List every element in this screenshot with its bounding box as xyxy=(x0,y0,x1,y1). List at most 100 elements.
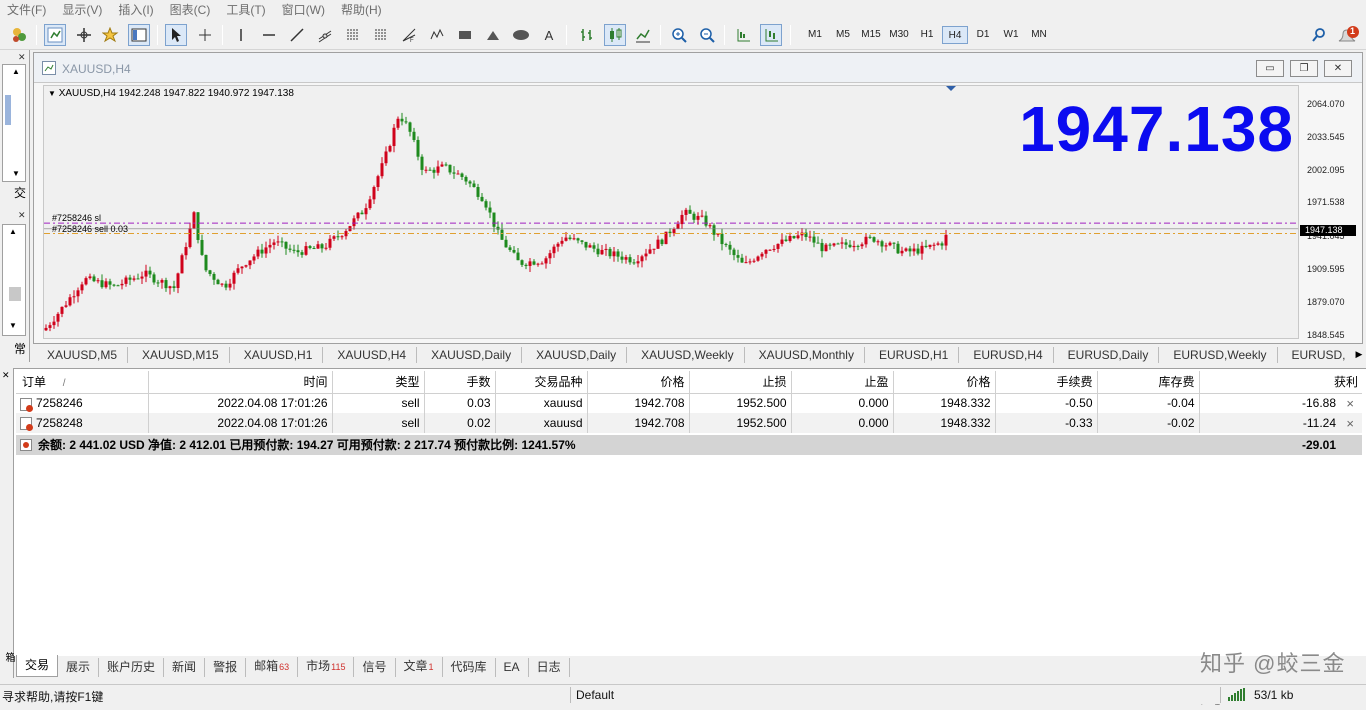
tab-signals[interactable]: 信号 xyxy=(354,658,396,677)
tab-experts[interactable]: EA xyxy=(496,658,529,677)
scroll-down-icon[interactable]: ▼ xyxy=(12,169,20,178)
col-ticket[interactable]: 订单 / xyxy=(16,371,149,394)
tab-eurusd-daily[interactable]: EURUSD,Daily xyxy=(1052,347,1159,363)
tab-news[interactable]: 新闻 xyxy=(164,658,206,677)
tab-account-history[interactable]: 账户历史 xyxy=(99,658,165,677)
tab-alerts[interactable]: 警报 xyxy=(205,658,247,677)
col-swap[interactable]: 库存费 xyxy=(1097,371,1200,394)
notification-bell-icon[interactable]: 1 xyxy=(1336,24,1362,46)
zoom-in-icon[interactable] xyxy=(668,24,690,46)
tab-eurusd-h4[interactable]: EURUSD,H4 xyxy=(958,347,1052,363)
elliott-icon[interactable] xyxy=(426,24,448,46)
new-order-icon[interactable] xyxy=(8,24,30,46)
close-order-icon[interactable]: × xyxy=(1346,396,1354,411)
close-button[interactable]: ✕ xyxy=(1324,60,1352,77)
close-icon[interactable]: ✕ xyxy=(2,370,10,381)
auto-scroll-icon[interactable] xyxy=(732,24,754,46)
candlestick-icon[interactable] xyxy=(604,24,626,46)
timeframe-m5[interactable]: M5 xyxy=(830,26,856,44)
tab-mailbox[interactable]: 邮箱63 xyxy=(246,657,299,677)
col-commission[interactable]: 手续费 xyxy=(995,371,1098,394)
horizontal-line-icon[interactable] xyxy=(258,24,280,46)
zoom-out-icon[interactable] xyxy=(696,24,718,46)
take-profit[interactable]: 0.000 xyxy=(791,413,894,433)
line-chart-icon[interactable] xyxy=(632,24,654,46)
bar-chart-icon[interactable] xyxy=(576,24,598,46)
equidistant-channel-icon[interactable] xyxy=(314,24,336,46)
timeframe-m15[interactable]: M15 xyxy=(858,26,884,44)
triangle-icon[interactable] xyxy=(482,24,504,46)
menu-window[interactable]: 窗口(W) xyxy=(275,0,334,20)
table-row[interactable]: 7258248 2022.04.08 17:01:26 sell 0.02 xa… xyxy=(16,413,1362,433)
col-sl[interactable]: 止损 xyxy=(689,371,792,394)
panel-tab-common[interactable]: 常 xyxy=(14,340,26,357)
timeframe-mn[interactable]: MN xyxy=(1026,26,1052,44)
timeframe-w1[interactable]: W1 xyxy=(998,26,1024,44)
menu-view[interactable]: 显示(V) xyxy=(55,0,111,20)
menu-charts[interactable]: 图表(C) xyxy=(163,0,220,20)
price-chart[interactable]: ▼ XAUUSD,H4 1942.248 1947.822 1940.972 1… xyxy=(43,85,1299,339)
timeframe-d1[interactable]: D1 xyxy=(970,26,996,44)
tab-trade[interactable]: 交易 xyxy=(16,655,59,677)
restore-button[interactable]: ❐ xyxy=(1290,60,1318,77)
tab-xauusd-m5[interactable]: XAUUSD,M5 xyxy=(33,347,127,363)
tab-eurusd-more[interactable]: EURUSD, xyxy=(1276,347,1356,363)
menu-tools[interactable]: 工具(T) xyxy=(219,0,274,20)
scroll-up-icon[interactable]: ▲ xyxy=(9,227,17,236)
stop-loss[interactable]: 1952.500 xyxy=(689,413,792,433)
navigator-panel-icon[interactable] xyxy=(128,24,150,46)
text-tool-icon[interactable]: A xyxy=(538,24,560,46)
crosshair-move-icon[interactable] xyxy=(73,24,95,46)
tab-articles[interactable]: 文章1 xyxy=(396,657,443,677)
tab-xauusd-daily[interactable]: XAUUSD,Daily xyxy=(416,347,521,363)
col-profit[interactable]: 获利 xyxy=(1199,371,1362,394)
tab-xauusd-h4[interactable]: XAUUSD,H4 xyxy=(322,347,416,363)
col-type[interactable]: 类型 xyxy=(332,371,425,394)
tab-journal[interactable]: 日志 xyxy=(529,658,570,677)
tab-xauusd-monthly[interactable]: XAUUSD,Monthly xyxy=(743,347,864,363)
timeframe-h4[interactable]: H4 xyxy=(942,26,968,44)
fibo-fan-icon[interactable] xyxy=(370,24,392,46)
scroll-down-icon[interactable]: ▼ xyxy=(9,321,17,330)
fibonacci-icon[interactable] xyxy=(342,24,364,46)
col-symbol[interactable]: 交易品种 xyxy=(495,371,588,394)
col-open-price[interactable]: 价格 xyxy=(587,371,690,394)
scroll-up-icon[interactable]: ▲ xyxy=(12,67,20,76)
col-tp[interactable]: 止盈 xyxy=(791,371,894,394)
tab-eurusd-h1[interactable]: EURUSD,H1 xyxy=(863,347,958,363)
vertical-line-icon[interactable] xyxy=(230,24,252,46)
tab-exposure[interactable]: 展示 xyxy=(58,658,100,677)
close-order-icon[interactable]: × xyxy=(1346,416,1354,431)
navigator-panel[interactable]: ▲ ▼ xyxy=(2,224,26,336)
tab-xauusd-daily-2[interactable]: XAUUSD,Daily xyxy=(521,347,626,363)
cursor-arrow-icon[interactable] xyxy=(165,24,187,46)
close-icon[interactable]: ✕ xyxy=(18,52,26,63)
chart-collapse-icon[interactable]: ▼ xyxy=(48,89,56,98)
tab-xauusd-h1[interactable]: XAUUSD,H1 xyxy=(228,347,323,363)
account-summary-row[interactable]: 余额: 2 441.02 USD 净值: 2 412.01 已用预付款: 194… xyxy=(16,435,1362,455)
status-profile[interactable]: Default xyxy=(576,688,614,702)
col-price[interactable]: 价格 xyxy=(893,371,996,394)
tab-xauusd-weekly[interactable]: XAUUSD,Weekly xyxy=(626,347,743,363)
favorites-star-icon[interactable] xyxy=(100,24,122,46)
minimize-button[interactable]: ▭ xyxy=(1256,60,1284,77)
market-watch-panel[interactable]: ▲ ▼ xyxy=(2,64,26,182)
close-icon[interactable]: ✕ xyxy=(18,210,26,221)
stop-loss[interactable]: 1952.500 xyxy=(689,393,792,413)
panel-tab-trade[interactable]: 交 xyxy=(14,184,26,201)
crosshair-icon[interactable] xyxy=(194,24,216,46)
menu-insert[interactable]: 插入(I) xyxy=(111,0,162,20)
gann-icon[interactable]: F xyxy=(398,24,420,46)
tabs-scroll-right-icon[interactable]: ▶ xyxy=(1352,349,1366,360)
tab-market[interactable]: 市场115 xyxy=(298,657,355,677)
market-watch-icon[interactable] xyxy=(44,24,66,46)
take-profit[interactable]: 0.000 xyxy=(791,393,894,413)
tab-eurusd-weekly[interactable]: EURUSD,Weekly xyxy=(1158,347,1276,363)
chart-shift-icon[interactable] xyxy=(760,24,782,46)
tab-code-base[interactable]: 代码库 xyxy=(443,658,496,677)
col-time[interactable]: 时间 xyxy=(148,371,333,394)
ellipse-icon[interactable] xyxy=(510,24,532,46)
tab-xauusd-m15[interactable]: XAUUSD,M15 xyxy=(127,347,229,363)
menu-help[interactable]: 帮助(H) xyxy=(334,0,391,20)
table-row[interactable]: 7258246 2022.04.08 17:01:26 sell 0.03 xa… xyxy=(16,393,1362,413)
